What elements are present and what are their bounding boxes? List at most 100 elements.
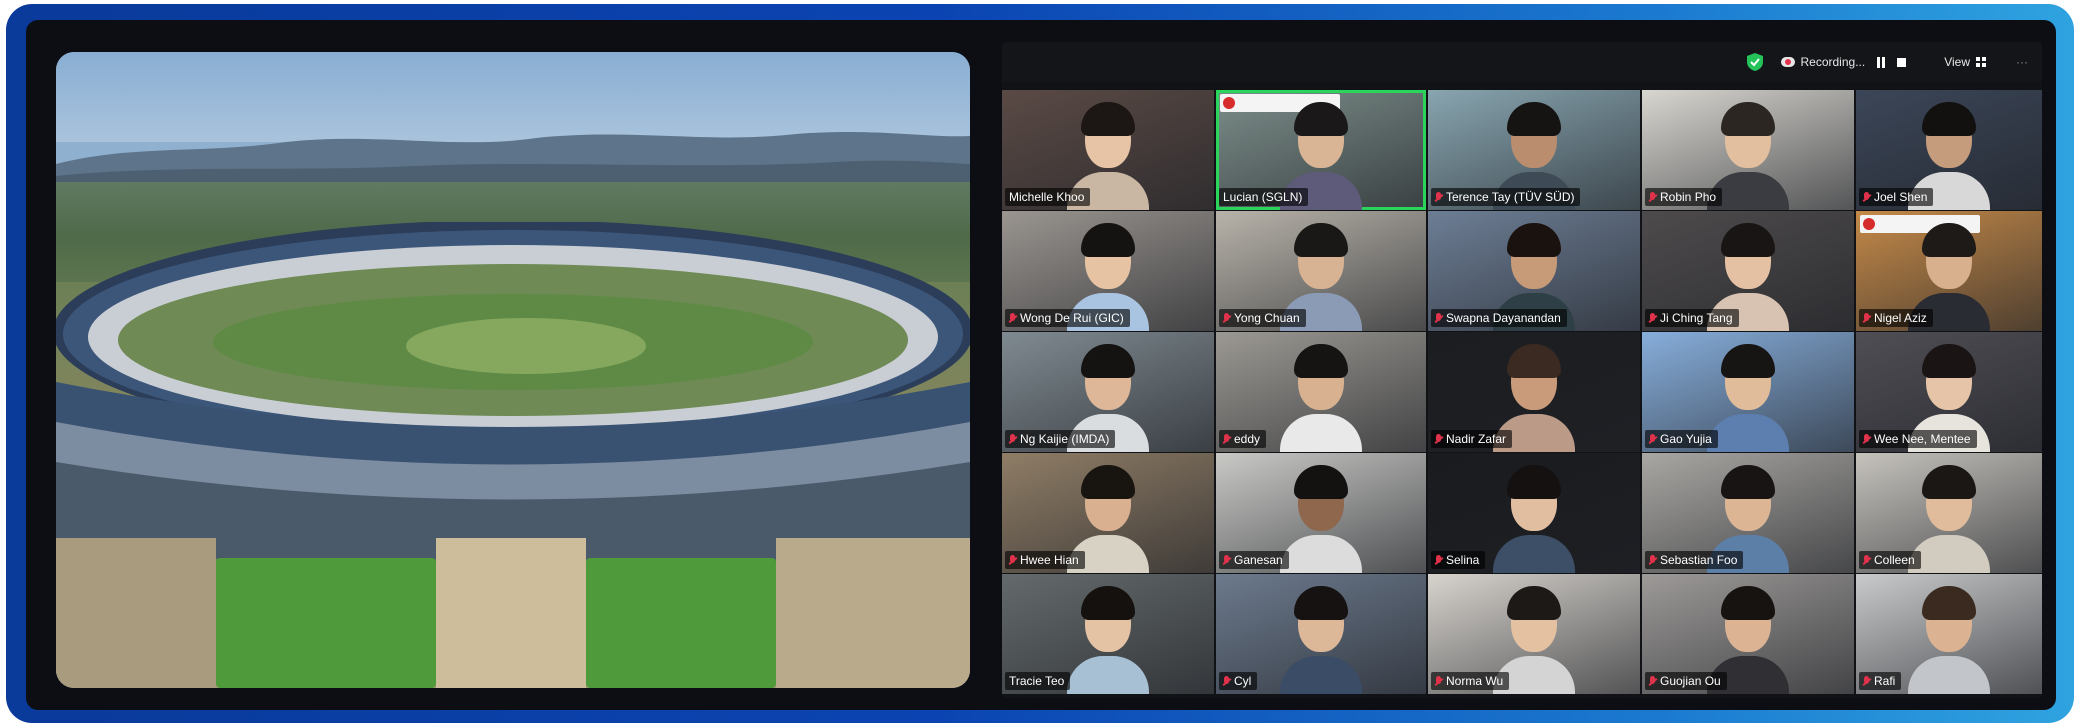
participant-hair [1294,465,1348,499]
participant-tile[interactable]: Nadir Zafar [1428,332,1640,452]
mic-muted-icon [1223,554,1230,566]
meeting-toolbar: Recording... View [1002,42,2042,82]
participant-tile[interactable]: Norma Wu [1428,574,1640,694]
mic-muted-icon [1223,675,1230,687]
participant-body [1707,414,1789,452]
mic-muted-icon [1435,433,1442,445]
participant-tile[interactable]: Michelle Khoo [1002,90,1214,210]
participant-namebar: eddy [1219,430,1267,448]
participant-tile[interactable]: Gao Yujia [1642,332,1854,452]
participant-tile[interactable]: Ng Kaijie (IMDA) [1002,332,1214,452]
participant-hair [1721,465,1775,499]
mic-muted-icon [1435,675,1442,687]
participant-body [1280,535,1362,573]
participant-tile[interactable]: Cyl [1216,574,1426,694]
participant-namebar: Cyl [1219,672,1258,690]
participant-tile[interactable]: Wee Nee, Mentee [1856,332,2042,452]
participant-name: Rafi [1874,674,1896,688]
participant-name: Colleen [1874,553,1915,567]
participant-hair [1081,465,1135,499]
participant-name: Nadir Zafar [1446,432,1507,446]
participant-tile[interactable]: Lucian (SGLN) [1216,90,1426,210]
participant-tile[interactable]: Terence Tay (TÜV SÜD) [1428,90,1640,210]
participant-name: Norma Wu [1446,674,1504,688]
participant-name: Selina [1446,553,1480,567]
participant-tile[interactable]: Swapna Dayanandan [1428,211,1640,331]
participant-name: Michelle Khoo [1009,190,1085,204]
mic-muted-icon [1435,554,1442,566]
lawn-left [216,558,436,688]
participant-video [1063,582,1153,694]
participant-name: Ji Ching Tang [1660,311,1733,325]
stop-icon[interactable] [1897,57,1907,67]
participant-tile[interactable]: Hwee Hian [1002,453,1214,573]
participant-name: Cyl [1234,674,1252,688]
blue-frame: Recording... View ··· Michelle Khoo Lucia… [6,4,2074,723]
participant-video [1276,582,1366,694]
participant-hair [1507,102,1561,136]
mic-muted-icon [1649,554,1656,566]
participant-tile[interactable]: Guojian Ou [1642,574,1854,694]
participant-hair [1294,223,1348,257]
participant-hair [1922,586,1976,620]
participant-tile[interactable]: Sebastian Foo [1642,453,1854,573]
participant-tile[interactable]: Joel Shen [1856,90,2042,210]
participant-name: Joel Shen [1874,190,1928,204]
zoom-meeting-window: Recording... View ··· Michelle Khoo Lucia… [1002,42,2042,698]
participant-tile[interactable]: Nigel Aziz [1856,211,2042,331]
participant-hair [1721,223,1775,257]
participant-hair [1081,586,1135,620]
side-path [776,538,970,688]
mic-muted-icon [1863,675,1870,687]
participant-namebar: Guojian Ou [1645,672,1727,690]
participant-namebar: Gao Yujia [1645,430,1718,448]
participant-namebar: Nadir Zafar [1431,430,1513,448]
participant-name: Nigel Aziz [1874,311,1927,325]
participant-namebar: Yong Chuan [1219,309,1306,327]
view-button[interactable]: View [1944,55,1986,69]
participant-name: Yong Chuan [1234,311,1300,325]
recording-indicator[interactable]: Recording... [1780,55,1907,69]
logo-icon [1863,218,1875,230]
participant-tile[interactable]: Selina [1428,453,1640,573]
participant-hair [1721,344,1775,378]
participant-name: Gao Yujia [1660,432,1712,446]
participant-namebar: Joel Shen [1859,188,1934,206]
participant-hair [1081,102,1135,136]
participant-body [1067,656,1149,694]
collage-panel: Recording... View ··· Michelle Khoo Lucia… [26,20,2056,710]
participant-tile[interactable]: Rafi [1856,574,2042,694]
ring-building [56,222,970,572]
participant-name: Tracie Teo [1009,674,1065,688]
pause-icon[interactable] [1877,56,1886,68]
participant-namebar: Nigel Aziz [1859,309,1933,327]
participant-name: Ng Kaijie (IMDA) [1020,432,1110,446]
participant-tile[interactable]: Robin Pho [1642,90,1854,210]
participant-tile[interactable]: Colleen [1856,453,2042,573]
mic-muted-icon [1863,433,1870,445]
participant-video [1276,340,1366,452]
participant-tile[interactable]: Ji Ching Tang [1642,211,1854,331]
participant-namebar: Terence Tay (TÜV SÜD) [1431,188,1581,206]
participant-tile[interactable]: eddy [1216,332,1426,452]
participant-name: Sebastian Foo [1660,553,1738,567]
participant-namebar: Rafi [1859,672,1902,690]
mic-muted-icon [1863,191,1870,203]
mic-muted-icon [1649,191,1656,203]
participant-namebar: Lucian (SGLN) [1219,188,1309,206]
more-options-icon[interactable]: ··· [2016,55,2028,69]
participant-body [1908,656,1990,694]
participant-tile[interactable]: Yong Chuan [1216,211,1426,331]
view-label: View [1944,55,1970,69]
participant-namebar: Swapna Dayanandan [1431,309,1567,327]
participant-tile[interactable]: Tracie Teo [1002,574,1214,694]
participant-tile[interactable]: Wong De Rui (GIC) [1002,211,1214,331]
participant-body [1280,414,1362,452]
participant-namebar: Selina [1431,551,1486,569]
participant-namebar: Ng Kaijie (IMDA) [1005,430,1116,448]
participant-namebar: Norma Wu [1431,672,1510,690]
participant-hair [1922,465,1976,499]
participant-video [1276,461,1366,573]
participant-tile[interactable]: Ganesan [1216,453,1426,573]
shield-check-icon[interactable] [1746,53,1763,71]
